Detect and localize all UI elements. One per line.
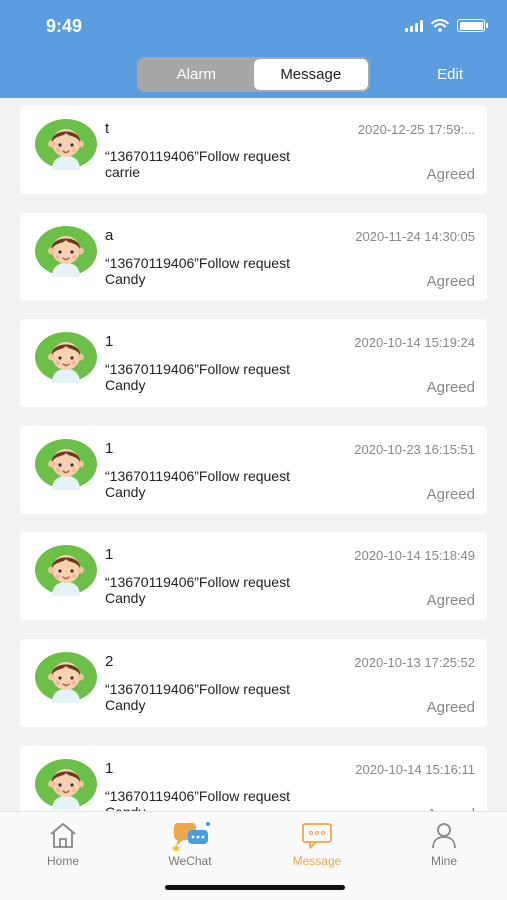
message-text: “13670119406”Follow requestCandy <box>105 361 290 394</box>
status-badge: Agreed <box>426 592 475 610</box>
message-time: 2020-10-14 15:16:11 <box>355 761 475 777</box>
wifi-icon <box>431 19 449 32</box>
avatar <box>34 438 98 490</box>
avatar <box>34 758 98 810</box>
status-badge: Agreed <box>426 379 475 397</box>
tabbar-home[interactable]: Home <box>13 818 113 868</box>
avatar <box>34 331 98 384</box>
message-time: 2020-10-14 15:19:24 <box>354 335 475 351</box>
message-time: 2020-12-25 17:59:... <box>357 122 475 137</box>
message-sender: a <box>105 226 114 244</box>
message-card[interactable]: t 2020-12-25 17:59:... “13670119406”Foll… <box>20 106 487 194</box>
message-time: 2020-11-24 14:30:05 <box>355 228 475 244</box>
message-sender: 1 <box>105 439 114 457</box>
message-text: “13670119406”Follow requestCandy <box>105 787 290 811</box>
avatar <box>34 544 98 597</box>
message-list: t 2020-12-25 17:59:... “13670119406”Foll… <box>0 98 507 811</box>
home-indicator <box>165 885 345 890</box>
message-card[interactable]: a 2020-11-24 14:30:05 “13670119406”Follo… <box>20 212 487 301</box>
tabbar-mine-label: Mine <box>430 854 457 868</box>
message-time: 2020-10-14 15:18:49 <box>354 548 475 564</box>
message-sender: t <box>105 120 110 137</box>
message-time: 2020-10-23 16:15:51 <box>354 441 475 457</box>
status-badge: Agreed <box>426 485 475 503</box>
message-sender: 2 <box>105 653 114 670</box>
message-card[interactable]: 2 2020-10-13 17:25:52 “13670119406”Follo… <box>20 639 487 727</box>
message-card[interactable]: 1 2020-10-23 16:15:51 “13670119406”Follo… <box>20 425 487 514</box>
cellular-signal-icon <box>405 19 423 32</box>
top-header: 9:49 Alarm Message Edit <box>0 0 507 98</box>
message-card[interactable]: 1 2020-10-14 15:18:49 “13670119406”Follo… <box>20 532 487 621</box>
message-sender: 1 <box>105 333 114 351</box>
tabbar-home-label: Home <box>46 854 79 868</box>
tabbar-message[interactable]: Message <box>267 818 367 868</box>
message-text: “13670119406”Follow requestcarrie <box>105 148 290 180</box>
message-card[interactable]: 1 2020-10-14 15:16:11 “13670119406”Follo… <box>20 745 487 811</box>
message-text: “13670119406”Follow requestCandy <box>105 681 290 713</box>
message-text: “13670119406”Follow requestCandy <box>105 254 290 287</box>
message-text: “13670119406”Follow requestCandy <box>105 467 290 500</box>
wechat-icon <box>171 822 210 851</box>
user-icon <box>432 823 456 849</box>
tabbar-message-label: Message <box>292 854 342 868</box>
message-card[interactable]: 1 2020-10-14 15:19:24 “13670119406”Follo… <box>20 319 487 408</box>
segment-control: Alarm Message <box>137 57 370 92</box>
message-time: 2020-10-13 17:25:52 <box>354 655 475 670</box>
avatar <box>34 651 98 703</box>
battery-icon <box>457 19 488 32</box>
tabbar-wechat-label: WeChat <box>168 854 212 868</box>
status-icons <box>405 19 488 32</box>
avatar <box>34 225 98 277</box>
message-icon <box>302 823 332 849</box>
status-badge: Agreed <box>426 699 475 716</box>
tab-message[interactable]: Message <box>253 59 368 90</box>
message-text: “13670119406”Follow requestCandy <box>105 574 290 607</box>
tabbar-wechat[interactable]: WeChat <box>140 818 240 868</box>
avatar <box>34 118 98 170</box>
status-badge: Agreed <box>426 166 475 183</box>
message-sender: 1 <box>105 546 114 564</box>
message-sender: 1 <box>105 759 114 777</box>
status-time: 9:49 <box>46 16 83 36</box>
home-icon <box>50 823 76 848</box>
edit-button[interactable]: Edit <box>437 66 463 83</box>
tabbar-mine[interactable]: Mine <box>394 818 494 868</box>
tab-alarm[interactable]: Alarm <box>139 59 254 90</box>
status-badge: Agreed <box>426 272 475 290</box>
